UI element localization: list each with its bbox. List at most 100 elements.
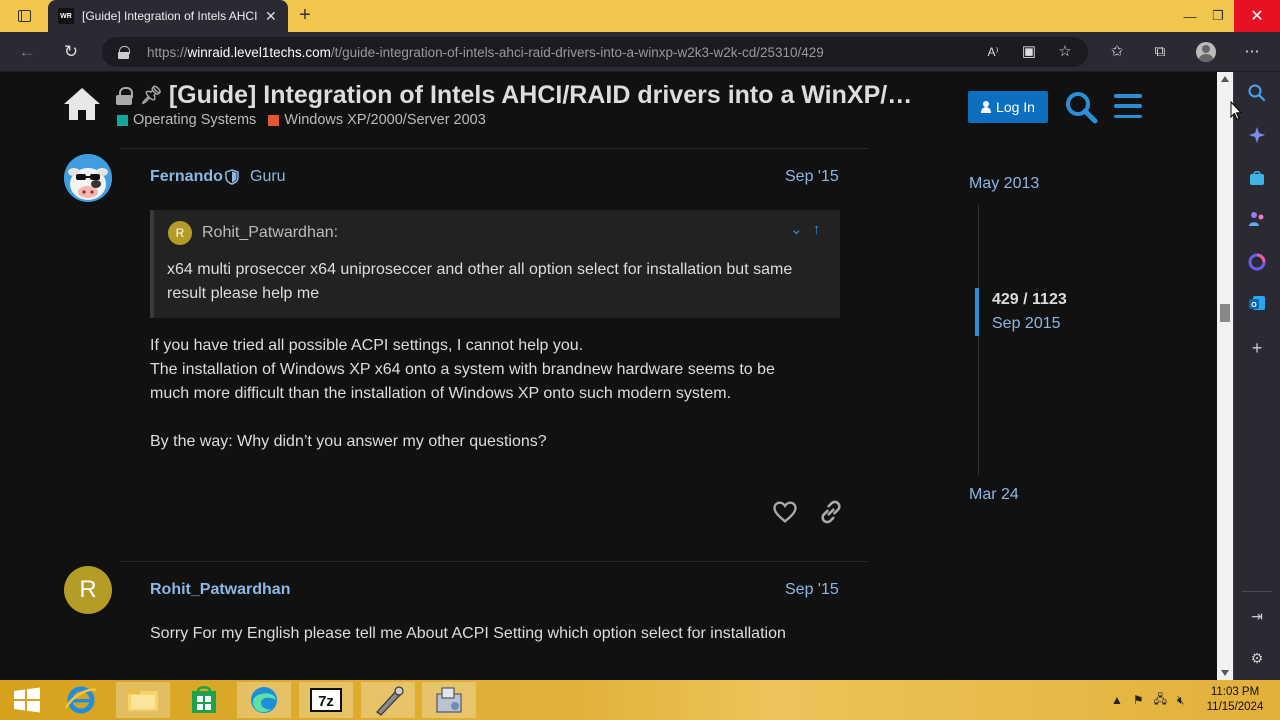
post-body-line: Sorry For my English please tell me Abou…: [150, 625, 786, 642]
hamburger-menu-icon[interactable]: [1114, 94, 1142, 118]
tab-close-icon[interactable]: ✕: [265, 8, 277, 25]
login-label: Log In: [996, 99, 1035, 115]
search-icon[interactable]: [1064, 90, 1098, 124]
expand-quote-icon[interactable]: ⌄: [790, 221, 803, 238]
outlook-icon[interactable]: O: [1247, 293, 1267, 313]
quote-author: Rohit_Patwardhan:: [202, 224, 339, 241]
shield-icon: [225, 169, 239, 185]
taskbar-clock[interactable]: 11:03 PM 11/15/2024: [1200, 685, 1270, 715]
microsoft-365-icon[interactable]: [1247, 252, 1267, 272]
topic-title-text[interactable]: [Guide] Integration of Intels AHCI/RAID …: [169, 81, 912, 110]
page-content: 📌︎ [Guide] Integration of Intels AHCI/RA…: [0, 72, 1217, 680]
avatar[interactable]: R: [64, 566, 112, 614]
close-window-button[interactable]: ✕: [1234, 0, 1280, 32]
post-username[interactable]: Fernando: [150, 168, 223, 186]
post-divider: [120, 561, 868, 562]
sidebar-search-icon[interactable]: [1247, 83, 1267, 103]
sidebar-settings-gear-icon[interactable]: ⚙: [1247, 648, 1267, 668]
start-windows-icon[interactable]: [0, 682, 54, 718]
post-body-line: much more difficult than the installatio…: [150, 385, 732, 402]
login-button[interactable]: Log In: [968, 91, 1048, 123]
scroll-down-arrow-icon[interactable]: [1221, 670, 1229, 676]
read-aloud-icon[interactable]: A⁾: [980, 40, 1006, 64]
site-favicon-icon: WR: [58, 8, 74, 24]
share-link-icon[interactable]: [817, 498, 845, 526]
internet-explorer-icon[interactable]: [54, 682, 108, 718]
action-center-flag-icon[interactable]: ⚑: [1133, 693, 1144, 707]
shopping-bag-icon[interactable]: [1247, 168, 1267, 188]
quote-block: R Rohit_Patwardhan: ⌄ ↑ x64 multi prosec…: [150, 210, 840, 318]
timeline-position: 429 / 1123: [992, 291, 1067, 308]
mouse-cursor-icon: [1230, 101, 1242, 121]
quote-text: x64 multi proseccer x64 uniproseccer and…: [167, 261, 793, 302]
category-list: Operating Systems Windows XP/2000/Server…: [117, 112, 498, 128]
scroll-up-arrow-icon[interactable]: [1221, 76, 1229, 82]
system-tray: ▲ ⚑ 🖧︎ 🔇︎: [1106, 680, 1190, 720]
closed-topic-icon: [116, 86, 133, 105]
add-favorite-icon[interactable]: ☆: [1052, 40, 1078, 64]
scrollbar-thumb[interactable]: [1220, 304, 1230, 322]
show-hidden-icons-icon[interactable]: ▲: [1111, 693, 1123, 707]
post-body-line: If you have tried all possible ACPI sett…: [150, 337, 584, 354]
back-button[interactable]: ←: [14, 40, 40, 64]
windows-taskbar: 7z ▲ ⚑ 🖧︎ 🔇︎ 11:03 PM 11/15/2024: [0, 680, 1280, 720]
tab-title: [Guide] Integration of Intels AHCI: [82, 9, 257, 23]
immersive-reader-icon[interactable]: ▣: [1016, 40, 1042, 64]
svg-text:7z: 7z: [318, 693, 334, 710]
timeline-track[interactable]: [978, 205, 979, 475]
installer-app-icon[interactable]: [422, 682, 476, 718]
quote-controls: ⌄ ↑: [790, 220, 820, 238]
home-icon[interactable]: [62, 86, 102, 122]
go-to-quoted-post-icon[interactable]: ↑: [813, 221, 821, 238]
avatar[interactable]: [64, 154, 112, 202]
menu-bar: [1114, 104, 1142, 108]
like-heart-icon[interactable]: [771, 498, 799, 526]
menu-bar: [1114, 114, 1142, 118]
store-icon[interactable]: [177, 682, 231, 718]
file-explorer-icon[interactable]: [116, 682, 170, 718]
browser-toolbar: ← ↻ https://winraid.level1techs.com/t/gu…: [0, 32, 1280, 72]
hide-sidebar-icon[interactable]: ⇥: [1247, 606, 1267, 626]
post-username[interactable]: Rohit_Patwardhan: [150, 581, 290, 599]
category-label[interactable]: Windows XP/2000/Server 2003: [284, 112, 486, 128]
post-date[interactable]: Sep '15: [785, 168, 839, 186]
user-title[interactable]: Guru: [250, 168, 286, 186]
tab-actions-button[interactable]: [8, 4, 40, 28]
collections-icon[interactable]: ⧉: [1147, 40, 1173, 64]
address-bar[interactable]: https://winraid.level1techs.com/t/guide-…: [102, 37, 1088, 67]
topic-title[interactable]: 📌︎ [Guide] Integration of Intels AHCI/RA…: [116, 81, 912, 110]
new-tab-button[interactable]: +: [292, 4, 318, 28]
timeline-start-date[interactable]: May 2013: [969, 175, 1039, 193]
timeline-handle[interactable]: [975, 288, 979, 336]
post-date[interactable]: Sep '15: [785, 581, 839, 599]
page-scrollbar[interactable]: [1217, 72, 1233, 680]
games-icon[interactable]: [1247, 209, 1267, 229]
7zip-icon[interactable]: 7z: [299, 682, 353, 718]
category-badge[interactable]: Windows XP/2000/Server 2003: [268, 112, 486, 128]
clock-date: 11/15/2024: [1206, 701, 1264, 713]
tool-app-icon[interactable]: [361, 682, 415, 718]
tab-actions-icon: [17, 10, 31, 22]
lock-icon[interactable]: [118, 45, 130, 59]
more-menu-icon[interactable]: ⋯: [1239, 40, 1265, 64]
quote-avatar: R: [168, 221, 192, 245]
post-divider: [120, 148, 868, 149]
cow-avatar-image: [64, 154, 112, 202]
category-label[interactable]: Operating Systems: [133, 112, 256, 128]
category-badge[interactable]: Operating Systems: [117, 112, 256, 128]
browser-tab[interactable]: WR [Guide] Integration of Intels AHCI ✕: [48, 0, 288, 32]
browser-titlebar: WR [Guide] Integration of Intels AHCI ✕ …: [0, 0, 1280, 32]
sidebar-divider: [1242, 591, 1272, 592]
refresh-button[interactable]: ↻: [58, 40, 84, 64]
edge-browser-icon[interactable]: [237, 682, 291, 718]
maximize-button[interactable]: ❐: [1198, 0, 1238, 32]
network-icon[interactable]: 🖧︎: [1154, 690, 1167, 711]
favorites-icon[interactable]: ✩: [1104, 40, 1130, 64]
timeline-end-date[interactable]: Mar 24: [969, 486, 1019, 504]
copilot-sparkle-icon[interactable]: [1247, 125, 1267, 145]
profile-avatar[interactable]: [1196, 42, 1216, 62]
add-sidebar-app-icon[interactable]: +: [1247, 338, 1267, 358]
edge-sidebar: O + ⇥ ⚙: [1233, 72, 1280, 680]
category-color-swatch: [268, 114, 280, 126]
volume-muted-icon[interactable]: 🔇︎: [1177, 693, 1185, 708]
